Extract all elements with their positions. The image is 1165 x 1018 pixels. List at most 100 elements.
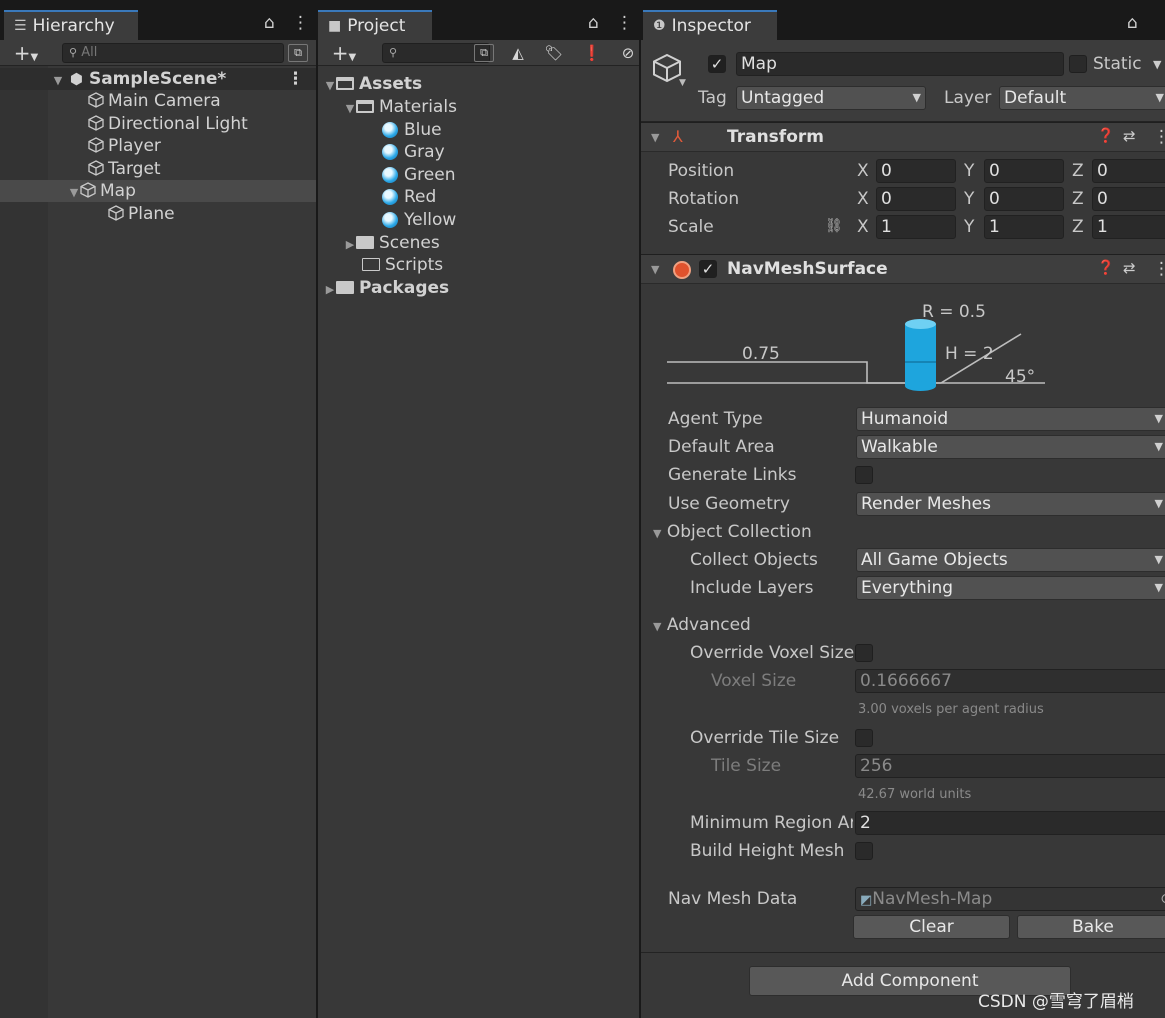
hierarchy-item-target[interactable]: Target bbox=[0, 158, 316, 180]
object-name-field[interactable]: Map bbox=[736, 52, 1064, 76]
layer-value: Default bbox=[1004, 88, 1067, 108]
hierarchy-item-main-camera[interactable]: Main Camera bbox=[0, 90, 316, 112]
hierarchy-item-directional-light[interactable]: Directional Light bbox=[0, 113, 316, 135]
active-checkbox[interactable]: ✓ bbox=[708, 55, 726, 73]
use-geometry-dropdown[interactable]: Render Meshes ▼ bbox=[856, 492, 1165, 516]
tree-item-materials[interactable]: ▼ Materials bbox=[318, 96, 639, 118]
tree-item-material[interactable]: Yellow bbox=[318, 209, 639, 231]
tree-item-scripts[interactable]: Scripts bbox=[318, 254, 639, 276]
tab-hierarchy[interactable]: ☰ Hierarchy bbox=[4, 10, 138, 40]
static-dropdown-icon[interactable]: ▼ bbox=[1153, 58, 1161, 71]
hidden-visibility-icon[interactable]: ⊘ bbox=[616, 43, 639, 63]
kebab-menu-icon[interactable]: ⋮ bbox=[292, 13, 309, 33]
tree-item-assets[interactable]: ▼ Assets bbox=[318, 73, 639, 95]
hierarchy-search-input[interactable]: ⚲ All bbox=[62, 43, 284, 63]
object-collection-foldout[interactable]: ▼ Object Collection bbox=[653, 522, 812, 542]
object-picker-icon[interactable]: ⊙ bbox=[1160, 888, 1165, 910]
navmesh-data-field[interactable]: ◩NavMesh-Map ⊙ bbox=[855, 887, 1165, 911]
lock-icon[interactable]: ⌂ bbox=[1127, 13, 1138, 33]
tree-item-material[interactable]: Red bbox=[318, 186, 639, 208]
rotation-y-field[interactable]: 0 bbox=[984, 187, 1064, 211]
component-menu-icon[interactable]: ⋮ bbox=[1153, 259, 1165, 279]
agent-type-dropdown[interactable]: Humanoid ▼ bbox=[856, 407, 1165, 431]
generate-links-checkbox[interactable] bbox=[855, 466, 873, 484]
warning-filter-icon[interactable]: ❗ bbox=[580, 43, 604, 63]
tree-item-packages[interactable]: ▶ Packages bbox=[318, 277, 639, 299]
help-icon[interactable]: ❓ bbox=[1097, 128, 1114, 144]
position-y-field[interactable]: 0 bbox=[984, 159, 1064, 183]
scale-y-field[interactable]: 1 bbox=[984, 215, 1064, 239]
static-checkbox[interactable] bbox=[1069, 55, 1087, 73]
add-create-button[interactable]: +▼ bbox=[326, 43, 362, 63]
search-scope-icon[interactable]: ⧉ bbox=[474, 44, 494, 62]
hierarchy-item-player[interactable]: Player bbox=[0, 135, 316, 157]
scene-row[interactable]: ▼ ⬢ SampleScene* ⋮ bbox=[0, 68, 316, 90]
rotation-z-field[interactable]: 0 bbox=[1092, 187, 1165, 211]
scene-menu-icon[interactable]: ⋮ bbox=[287, 68, 304, 90]
position-x-field[interactable]: 0 bbox=[876, 159, 956, 183]
item-label: Target bbox=[108, 159, 161, 179]
advanced-foldout[interactable]: ▼ Advanced bbox=[653, 615, 751, 635]
clear-button[interactable]: Clear bbox=[853, 915, 1010, 939]
tag-dropdown[interactable]: Untagged ▼ bbox=[736, 86, 926, 110]
component-menu-icon[interactable]: ⋮ bbox=[1153, 127, 1165, 147]
bake-button[interactable]: Bake bbox=[1017, 915, 1165, 939]
build-height-checkbox[interactable] bbox=[855, 842, 873, 860]
position-z-field[interactable]: 0 bbox=[1092, 159, 1165, 183]
agent-cylinder bbox=[905, 324, 936, 386]
hierarchy-item-map[interactable]: ▼ Map bbox=[0, 180, 316, 202]
chevron-down-icon[interactable]: ▼ bbox=[68, 182, 80, 204]
chevron-down-icon: ▼ bbox=[1155, 91, 1164, 104]
axis-z-label: Z bbox=[1072, 189, 1084, 209]
presets-icon[interactable]: ⇄ bbox=[1123, 127, 1136, 145]
navmesh-enabled-checkbox[interactable]: ✓ bbox=[699, 260, 717, 278]
help-icon[interactable]: ❓ bbox=[1097, 260, 1114, 276]
add-create-button[interactable]: +▼ bbox=[8, 43, 44, 63]
override-voxel-checkbox[interactable] bbox=[855, 644, 873, 662]
transform-header[interactable]: ▼ ⅄ Transform ❓ ⇄ ⋮ bbox=[641, 122, 1165, 152]
link-scale-icon[interactable]: ⛓ bbox=[825, 218, 843, 234]
collect-objects-value: All Game Objects bbox=[861, 550, 1008, 570]
collect-objects-dropdown[interactable]: All Game Objects ▼ bbox=[856, 548, 1165, 572]
default-area-dropdown[interactable]: Walkable ▼ bbox=[856, 435, 1165, 459]
presets-icon[interactable]: ⇄ bbox=[1123, 259, 1136, 277]
tree-label: Gray bbox=[404, 142, 445, 162]
project-tree: ▼ Assets ▼ Materials Blue Gray Green Red Y… bbox=[318, 66, 639, 1018]
override-tile-checkbox[interactable] bbox=[855, 729, 873, 747]
hierarchy-list: ▼ ⬢ SampleScene* ⋮ Main Camera Direction… bbox=[0, 66, 316, 1018]
lock-icon[interactable]: ⌂ bbox=[588, 13, 599, 33]
tab-project[interactable]: ■ Project bbox=[318, 10, 432, 40]
tree-item-material[interactable]: Gray bbox=[318, 141, 639, 163]
chevron-down-icon[interactable]: ▼ bbox=[651, 131, 659, 144]
layer-dropdown[interactable]: Default ▼ bbox=[999, 86, 1165, 110]
lock-icon[interactable]: ⌂ bbox=[264, 13, 275, 33]
chevron-down-icon[interactable]: ▼ bbox=[52, 70, 64, 92]
tree-item-scenes[interactable]: ▶ Scenes bbox=[318, 232, 639, 254]
chevron-down-icon[interactable]: ▼ bbox=[651, 263, 659, 276]
scene-name: SampleScene* bbox=[88, 69, 227, 89]
navmesh-surface-header[interactable]: ▼ ✓ NavMeshSurface ❓ ⇄ ⋮ bbox=[641, 254, 1165, 284]
scale-x-field[interactable]: 1 bbox=[876, 215, 956, 239]
tree-item-material[interactable]: Blue bbox=[318, 119, 639, 141]
gameobject-cube-icon bbox=[88, 160, 104, 176]
filter-label-icon[interactable]: 🏷 bbox=[542, 43, 566, 63]
scale-z-field[interactable]: 1 bbox=[1092, 215, 1165, 239]
include-layers-dropdown[interactable]: Everything ▼ bbox=[856, 576, 1165, 600]
hierarchy-toolbar: +▼ ⚲ All ⧉ bbox=[0, 40, 316, 66]
kebab-menu-icon[interactable]: ⋮ bbox=[616, 13, 633, 33]
agent-type-label: Agent Type bbox=[668, 409, 763, 429]
chevron-right-icon[interactable]: ▶ bbox=[324, 279, 336, 301]
chevron-down-icon[interactable]: ▼ bbox=[679, 78, 686, 88]
chevron-right-icon[interactable]: ▶ bbox=[344, 234, 356, 256]
search-icon: ⚲ bbox=[389, 46, 398, 59]
chevron-down-icon[interactable]: ▼ bbox=[344, 98, 356, 120]
chevron-down-icon[interactable]: ▼ bbox=[324, 75, 336, 97]
rotation-x-field[interactable]: 0 bbox=[876, 187, 956, 211]
project-panel: ■ Project ⌂ ⋮ +▼ ⚲ ⧉ ◭ 🏷 ❗ ⊘ ▼ Assets ▼ Ma… bbox=[318, 0, 639, 1018]
hierarchy-item-plane[interactable]: Plane bbox=[0, 203, 316, 225]
tree-item-material[interactable]: Green bbox=[318, 164, 639, 186]
tab-inspector[interactable]: ❶ Inspector bbox=[643, 10, 777, 40]
min-region-field[interactable]: 2 bbox=[855, 811, 1165, 835]
search-scope-icon[interactable]: ⧉ bbox=[288, 44, 308, 62]
filter-type-icon[interactable]: ◭ bbox=[506, 43, 530, 63]
